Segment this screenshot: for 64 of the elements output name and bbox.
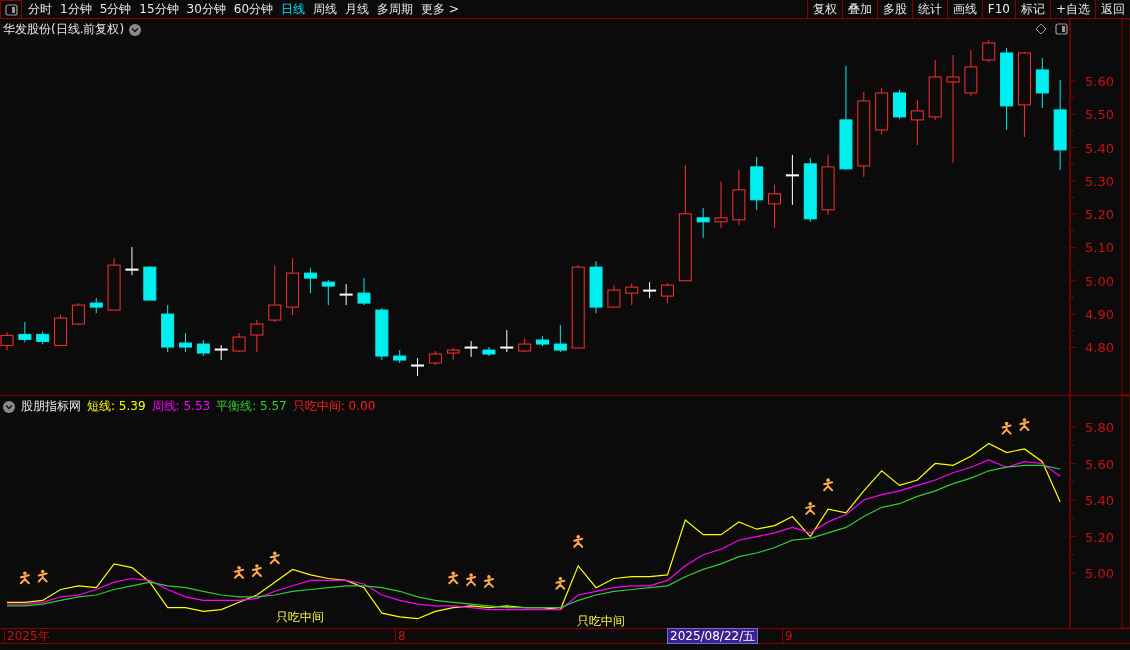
- candlestick: [18, 321, 32, 343]
- time-axis-label: 9: [785, 629, 793, 643]
- period-tab[interactable]: 周线: [309, 1, 342, 17]
- period-tab[interactable]: 更多 >: [417, 1, 463, 17]
- dropdown-icon[interactable]: [3, 400, 15, 413]
- cursor-date-label: 2025/08/22/五: [667, 628, 759, 644]
- toolbar-button[interactable]: +自选: [1049, 0, 1095, 18]
- candlestick: [446, 347, 460, 361]
- period-tab[interactable]: 60分钟: [229, 1, 278, 17]
- toolbar-button[interactable]: 复权: [806, 0, 842, 18]
- axis-tick-label: 5.00: [1085, 566, 1114, 582]
- candlestick: [464, 340, 478, 358]
- time-axis-label: 8: [398, 629, 406, 643]
- axis-tick-label: 4.80: [1085, 340, 1114, 356]
- axis-tick-label: 5.80: [1085, 420, 1114, 436]
- candlestick: [482, 346, 496, 357]
- toolbar-button[interactable]: 返回: [1095, 0, 1130, 18]
- annotation-label: 只吃中间: [276, 610, 324, 624]
- period-tab[interactable]: 月线: [341, 1, 374, 17]
- period-tab[interactable]: 日线: [277, 1, 310, 17]
- candlestick: [821, 154, 835, 216]
- candlestick: [232, 332, 246, 353]
- axis-tick-label: 5.40: [1085, 140, 1114, 156]
- axis-tick-label: 5.30: [1085, 173, 1114, 189]
- period-tab[interactable]: 1分钟: [56, 1, 96, 17]
- candlestick: [803, 157, 817, 223]
- legend-series-name: 周线: [151, 399, 176, 413]
- indicator-reading: 只吃中间: 0.00: [292, 398, 376, 415]
- indicator-name: 股朋指标网: [21, 398, 81, 415]
- axis-tick-label: 5.00: [1085, 273, 1114, 289]
- axis-tick-label: 5.10: [1085, 240, 1114, 256]
- axis-tick-label: 5.40: [1085, 493, 1114, 509]
- axis-tick-label: 5.60: [1085, 456, 1114, 472]
- toolbar-button[interactable]: 统计: [911, 0, 947, 18]
- dropdown-icon[interactable]: [129, 23, 142, 36]
- toolbar-button[interactable]: 叠加: [841, 0, 877, 18]
- candlestick: [553, 324, 567, 353]
- toolbar-button[interactable]: F10: [981, 0, 1015, 18]
- diamond-icon[interactable]: [1035, 23, 1047, 35]
- annotation-label: 只吃中间: [577, 614, 625, 628]
- axis-tick-label: 5.20: [1085, 529, 1114, 545]
- panel-toggle-icon[interactable]: [1055, 23, 1068, 35]
- toolbar-button[interactable]: 多股: [876, 0, 912, 18]
- period-tab[interactable]: 5分钟: [95, 1, 136, 17]
- axis-tick-label: 5.50: [1085, 107, 1114, 123]
- period-tab[interactable]: 分时: [24, 1, 56, 17]
- axis-tick-label: 5.20: [1085, 207, 1114, 223]
- period-tab[interactable]: 多周期: [373, 1, 418, 17]
- axis-tick-label: 4.90: [1085, 307, 1114, 323]
- legend-series-value: : 5.57: [252, 399, 287, 413]
- toolbar-button[interactable]: 画线: [946, 0, 982, 18]
- panel-toggle-icon[interactable]: [4, 3, 18, 16]
- legend-series-value: : 5.39: [111, 399, 146, 413]
- axis-tick-label: 5.60: [1085, 73, 1114, 89]
- period-tab[interactable]: 15分钟: [135, 1, 183, 17]
- candlestick: [36, 330, 50, 345]
- candlestick: [250, 319, 264, 353]
- legend-series-value: : 5.53: [175, 399, 211, 413]
- candlestick: [268, 264, 282, 323]
- chart-title: 华发股份(日线.前复权): [3, 21, 125, 38]
- toolbar-button[interactable]: 标记: [1014, 0, 1050, 18]
- time-axis-label: 2025年: [7, 629, 50, 643]
- period-tab[interactable]: 30分钟: [182, 1, 230, 17]
- legend-series-name: 短线: [87, 399, 111, 413]
